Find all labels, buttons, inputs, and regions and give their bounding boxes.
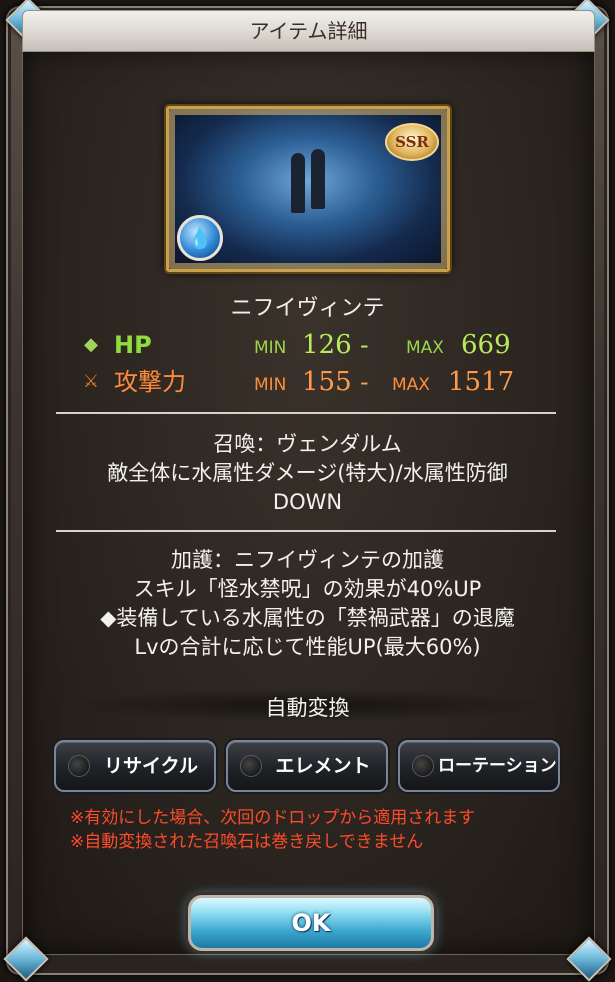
toggle-element[interactable]: エレメント — [226, 740, 388, 792]
ok-button[interactable]: OK — [188, 895, 434, 951]
call-line: 召喚：ヴェンダルム — [213, 432, 402, 456]
call-line: DOWN — [272, 490, 343, 514]
card-figure — [311, 149, 325, 209]
aura-line: スキル「怪水禁呪」の効果が40%UP — [133, 577, 482, 601]
radio-off-icon — [240, 755, 262, 777]
aura-line: Lvの合計に応じて性能UP(最大60%) — [134, 635, 481, 659]
toggle-rotation[interactable]: ローテーション — [398, 740, 560, 792]
auto-convert-title: 自動変換 — [265, 696, 350, 720]
divider — [56, 530, 556, 532]
call-line: 敵全体に水属性ダメージ(特大)/水属性防御 — [107, 461, 508, 485]
radio-off-icon — [412, 755, 434, 777]
min-label: MIN — [254, 338, 287, 358]
max-value: 669 — [461, 330, 511, 360]
stat-label: HP — [114, 331, 152, 359]
max-label: MAX — [392, 375, 430, 395]
toggle-recycle[interactable]: リサイクル — [54, 740, 216, 792]
aura-line: 加護：ニフイヴィンテの加護 — [171, 548, 444, 572]
call-effect: 召喚：ヴェンダルム 敵全体に水属性ダメージ(特大)/水属性防御 DOWN — [30, 430, 585, 517]
sword-icon: ⚔ — [82, 371, 100, 392]
min-value: 126 — [302, 330, 352, 360]
water-element-icon: 💧 — [177, 215, 223, 261]
hp-diamond-icon: ◆ — [84, 334, 98, 355]
aura-line: ◆装備している水属性の「禁禍武器」の退魔 — [100, 606, 515, 630]
note-no-revert: ※自動変換された召喚石は巻き戻しできません — [70, 832, 424, 852]
stat-row-attack: ⚔ 攻撃力 MIN 155 - MAX 1517 — [78, 367, 548, 397]
rarity-badge: SSR — [385, 123, 439, 161]
aura-effect: 加護：ニフイヴィンテの加護 スキル「怪水禁呪」の効果が40%UP ◆装備している… — [30, 546, 585, 662]
stat-label: 攻撃力 — [114, 368, 186, 396]
min-value: 155 — [302, 367, 352, 397]
range-separator: - — [360, 368, 369, 396]
radio-off-icon — [68, 755, 90, 777]
card-figure — [291, 153, 305, 213]
max-value: 1517 — [448, 367, 515, 397]
max-label: MAX — [406, 338, 444, 358]
divider — [56, 412, 556, 414]
dialog-title: アイテム詳細 — [22, 10, 595, 52]
toggle-label: ローテーション — [438, 756, 557, 776]
summon-name: ニフイヴィンテ — [230, 296, 385, 321]
note-apply: ※有効にした場合、次回のドロップから適用されます — [70, 808, 476, 828]
toggle-label: リサイクル — [103, 755, 199, 777]
min-label: MIN — [254, 375, 287, 395]
toggle-label: エレメント — [275, 755, 371, 777]
stat-row-hp: ◆ HP MIN 126 - MAX 669 — [78, 330, 548, 360]
range-separator: - — [360, 331, 369, 359]
summon-card-image: SSR 💧 — [166, 106, 450, 272]
